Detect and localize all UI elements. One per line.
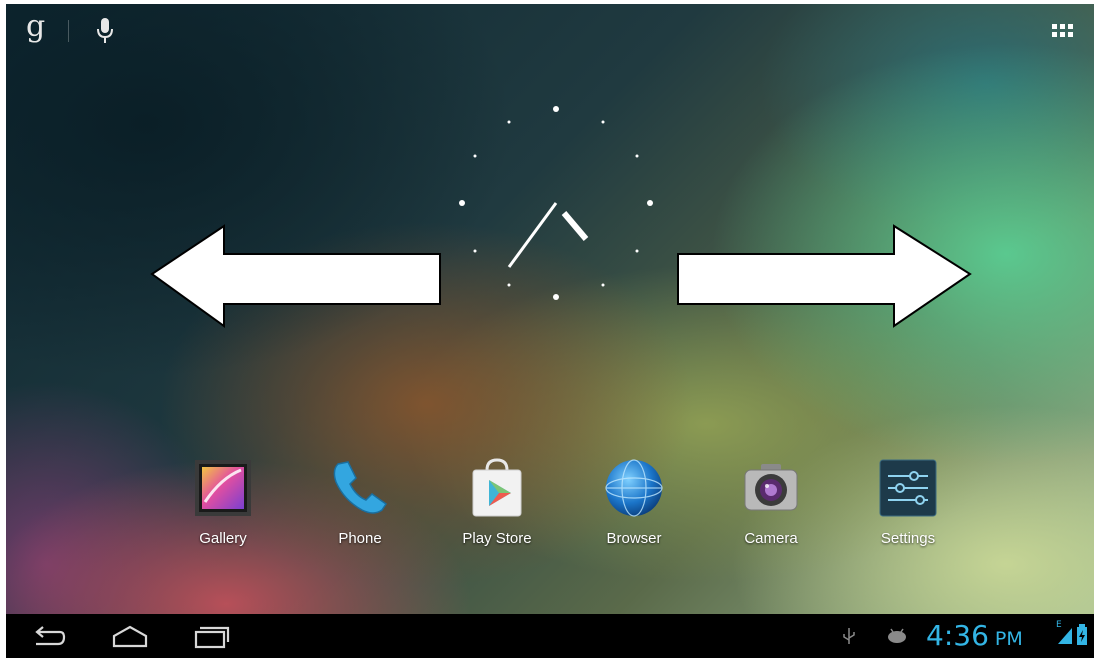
app-dock: Gallery Phone Play Store Browser Camera … — [156, 456, 976, 566]
home-screen: g Gallery Phone Play Store Browser Camer… — [6, 4, 1094, 658]
app-label: Gallery — [199, 530, 247, 547]
gallery-icon — [195, 460, 251, 516]
home-icon[interactable] — [110, 622, 150, 650]
app-label: Camera — [744, 530, 798, 547]
settings-icon — [879, 459, 937, 517]
camera-app[interactable]: Camera — [716, 456, 826, 556]
google-search-icon[interactable]: g — [26, 12, 45, 42]
camera-icon — [744, 464, 798, 511]
app-label: Play Store — [462, 530, 532, 547]
usb-icon — [843, 628, 855, 644]
swipe-left-arrow — [150, 224, 441, 328]
analog-clock-widget[interactable] — [451, 99, 661, 309]
browser-app[interactable]: Browser — [579, 456, 689, 556]
hour-hand — [561, 211, 589, 241]
app-label: Settings — [880, 530, 936, 547]
system-navigation-bar: 4:36 PM E — [6, 614, 1094, 658]
time-text: 4:36 — [926, 619, 989, 652]
recent-apps-icon[interactable] — [192, 622, 230, 650]
swipe-right-arrow — [677, 224, 972, 328]
phone-app[interactable]: Phone — [305, 456, 415, 556]
search-divider — [68, 20, 69, 42]
minute-hand — [507, 202, 558, 268]
microphone-icon[interactable] — [94, 16, 116, 46]
settings-app[interactable]: Settings — [853, 456, 963, 556]
app-label: Browser — [606, 530, 662, 547]
ampm-text: PM — [994, 628, 1023, 650]
play-store-icon — [472, 458, 522, 517]
status-clock[interactable]: 4:36 PM — [926, 618, 1023, 657]
battery-icon — [1077, 624, 1087, 645]
app-label: Phone — [338, 530, 382, 547]
network-type-label: E — [1056, 620, 1062, 630]
all-apps-grid-icon[interactable] — [1050, 22, 1076, 42]
back-icon[interactable] — [30, 622, 66, 650]
browser-icon — [605, 459, 663, 517]
android-debug-icon — [888, 628, 906, 643]
play-store-app[interactable]: Play Store — [442, 456, 552, 556]
gallery-app[interactable]: Gallery — [168, 456, 278, 556]
phone-icon — [333, 461, 388, 514]
